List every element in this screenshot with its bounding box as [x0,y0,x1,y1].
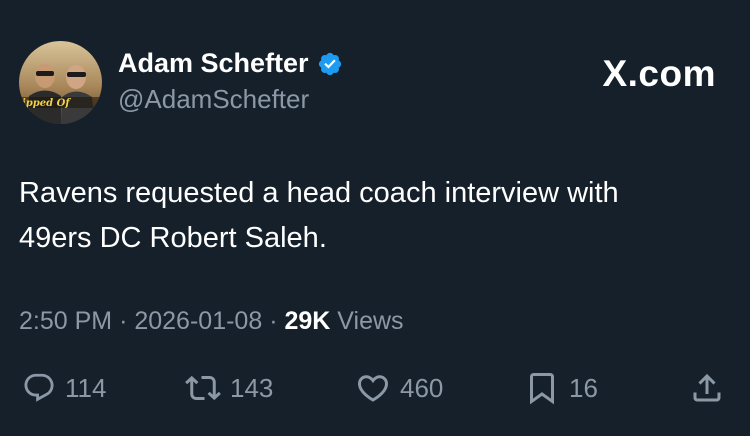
verified-badge-icon [317,51,343,77]
author-handle[interactable]: @AdamSchefter [118,84,309,115]
repost-icon [185,375,221,401]
bookmark-icon [530,373,554,405]
author-avatar[interactable]: ipped Of [19,41,102,124]
reply-icon [24,373,54,402]
tweet-meta: 2:50 PM · 2026-01-08 · 29K Views [19,307,404,336]
brand-logo: X.com [602,53,716,94]
repost-count: 143 [230,372,274,403]
avatar-image: ipped Of [19,41,102,124]
repost-button[interactable]: 143 [185,365,273,411]
like-button[interactable]: 460 [355,365,443,411]
views-count[interactable]: 29K [284,307,330,335]
bookmark-count: 16 [569,372,598,403]
tweet-time[interactable]: 2:50 PM [19,307,112,335]
share-icon [693,373,721,402]
author-name-text: Adam Schefter [118,48,309,78]
action-bar: 114 143 460 16 [0,365,750,411]
heart-icon [357,375,389,402]
share-button[interactable] [689,365,725,411]
reply-count: 114 [65,372,107,403]
reply-button[interactable]: 114 [22,365,106,411]
avatar-caption: ipped Of [22,98,71,109]
views-label: Views [337,307,404,335]
tweet-line: Ravens requested a head coach interview … [19,177,619,209]
tweet-text: Ravens requested a head coach interview … [19,171,729,261]
meta-separator: · [269,307,278,335]
tweet-date[interactable]: 2026-01-08 [134,307,262,335]
bookmark-button[interactable]: 16 [524,365,598,411]
author-display-name[interactable]: Adam Schefter [118,48,343,79]
like-count: 460 [400,372,444,403]
tweet-card: ipped Of Adam Schefter @AdamSchefter X.c… [0,0,750,436]
meta-separator: · [119,307,128,335]
tweet-line: 49ers DC Robert Saleh. [19,222,327,254]
